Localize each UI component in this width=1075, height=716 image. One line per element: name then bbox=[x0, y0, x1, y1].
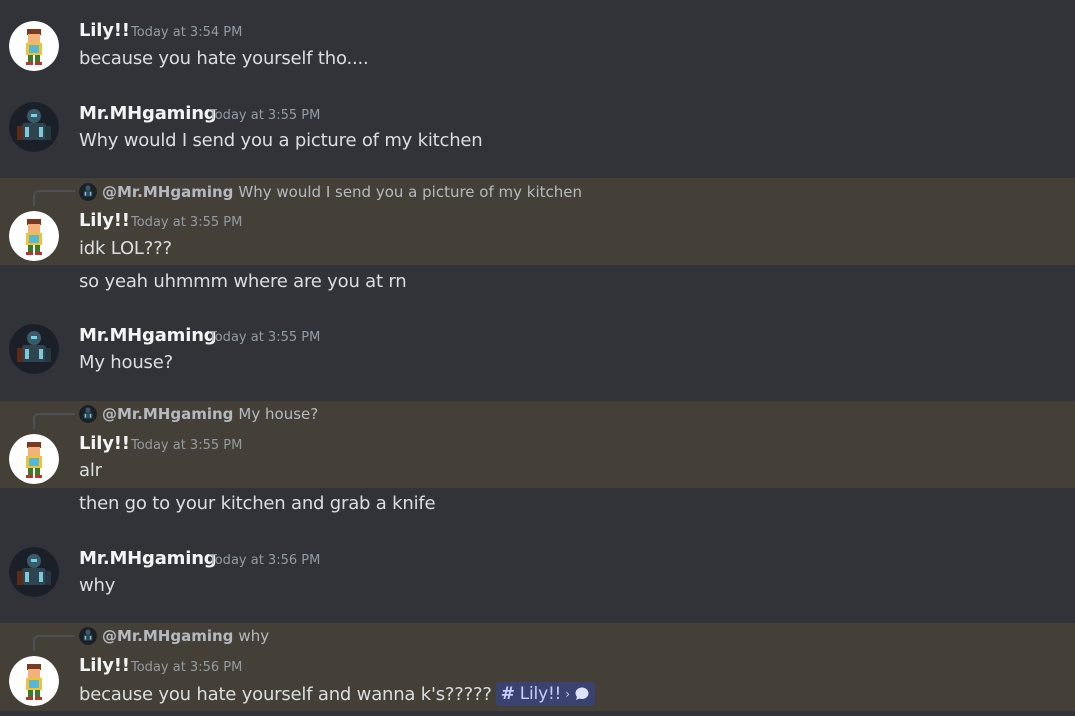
message-6[interactable]: @Mr.MHgaming why Lily!! Today at 3:56 PM… bbox=[0, 623, 1075, 711]
reply-spine bbox=[33, 190, 75, 206]
message-5[interactable]: Mr.MHgaming Today at 3:56 PM why bbox=[0, 529, 1075, 623]
lily-avatar-icon[interactable] bbox=[9, 434, 59, 484]
reply-reference[interactable]: @Mr.MHgaming Why would I send you a pict… bbox=[79, 182, 582, 202]
message-text: because you hate yourself and wanna k's?… bbox=[79, 683, 492, 705]
lily-avatar-icon[interactable] bbox=[9, 21, 59, 71]
mhgaming-avatar-icon[interactable] bbox=[9, 324, 59, 374]
lily-avatar-icon[interactable] bbox=[9, 211, 59, 261]
reply-preview-text[interactable]: My house? bbox=[238, 405, 318, 423]
message-timestamp[interactable]: Today at 3:55 PM bbox=[131, 438, 242, 453]
message-timestamp[interactable]: Today at 3:55 PM bbox=[209, 330, 320, 345]
message-timestamp[interactable]: Today at 3:54 PM bbox=[131, 25, 242, 40]
reply-author-mention[interactable]: @Mr.MHgaming bbox=[102, 405, 233, 423]
channel-hash-icon: # bbox=[500, 684, 515, 704]
message-text: so yeah uhmmm where are you at rn bbox=[79, 271, 407, 292]
message-1[interactable]: Mr.MHgaming Today at 3:55 PM Why would I… bbox=[0, 84, 1075, 178]
reply-preview-text[interactable]: why bbox=[238, 627, 269, 645]
message-author[interactable]: Mr.MHgaming bbox=[79, 325, 217, 346]
reply-reference[interactable]: @Mr.MHgaming My house? bbox=[79, 404, 318, 424]
lily-avatar-icon[interactable] bbox=[9, 656, 59, 706]
reply-author-mention[interactable]: @Mr.MHgaming bbox=[102, 183, 233, 201]
message-text: alr bbox=[79, 460, 102, 481]
message-author[interactable]: Lily!! bbox=[79, 655, 130, 676]
message-4-continuation[interactable]: then go to your kitchen and grab a knife bbox=[0, 488, 1075, 524]
message-timestamp[interactable]: Today at 3:55 PM bbox=[209, 108, 320, 123]
reply-spine bbox=[33, 635, 75, 651]
message-text: then go to your kitchen and grab a knife bbox=[79, 493, 436, 514]
message-author[interactable]: Mr.MHgaming bbox=[79, 548, 217, 569]
message-text: why bbox=[79, 575, 116, 596]
channel-mention-name: Lily!! bbox=[519, 684, 562, 704]
message-text: Why would I send you a picture of my kit… bbox=[79, 130, 483, 151]
message-author[interactable]: Lily!! bbox=[79, 210, 130, 231]
channel-mention[interactable]: # Lily!! › bbox=[495, 682, 595, 706]
message-author[interactable]: Mr.MHgaming bbox=[79, 103, 217, 124]
reply-preview-text[interactable]: Why would I send you a picture of my kit… bbox=[238, 183, 582, 201]
mhgaming-avatar-icon bbox=[79, 183, 97, 201]
message-author[interactable]: Lily!! bbox=[79, 433, 130, 454]
mhgaming-avatar-icon bbox=[79, 627, 97, 645]
message-text: My house? bbox=[79, 352, 173, 373]
mhgaming-avatar-icon[interactable] bbox=[9, 102, 59, 152]
message-2[interactable]: @Mr.MHgaming Why would I send you a pict… bbox=[0, 178, 1075, 265]
message-text: idk LOL??? bbox=[79, 238, 172, 259]
mhgaming-avatar-icon[interactable] bbox=[9, 547, 59, 597]
reply-reference[interactable]: @Mr.MHgaming why bbox=[79, 626, 269, 646]
message-timestamp[interactable]: Today at 3:55 PM bbox=[131, 215, 242, 230]
message-content: because you hate yourself and wanna k's?… bbox=[79, 682, 595, 706]
message-2-continuation[interactable]: so yeah uhmmm where are you at rn bbox=[0, 265, 1075, 301]
reply-spine bbox=[33, 413, 75, 429]
thread-bubble-icon bbox=[575, 687, 589, 700]
chevron-right-icon: › bbox=[565, 687, 570, 701]
message-author[interactable]: Lily!! bbox=[79, 20, 130, 41]
message-0[interactable]: Lily!! Today at 3:54 PM because you hate… bbox=[0, 0, 1075, 84]
message-3[interactable]: Mr.MHgaming Today at 3:55 PM My house? bbox=[0, 306, 1075, 401]
chat-log: Lily!! Today at 3:54 PM because you hate… bbox=[0, 0, 1075, 716]
message-timestamp[interactable]: Today at 3:56 PM bbox=[209, 553, 320, 568]
reply-author-mention[interactable]: @Mr.MHgaming bbox=[102, 627, 233, 645]
message-text: because you hate yourself tho.... bbox=[79, 48, 369, 69]
message-4[interactable]: @Mr.MHgaming My house? Lily!! Today at 3… bbox=[0, 401, 1075, 488]
mhgaming-avatar-icon bbox=[79, 405, 97, 423]
message-timestamp[interactable]: Today at 3:56 PM bbox=[131, 660, 242, 675]
